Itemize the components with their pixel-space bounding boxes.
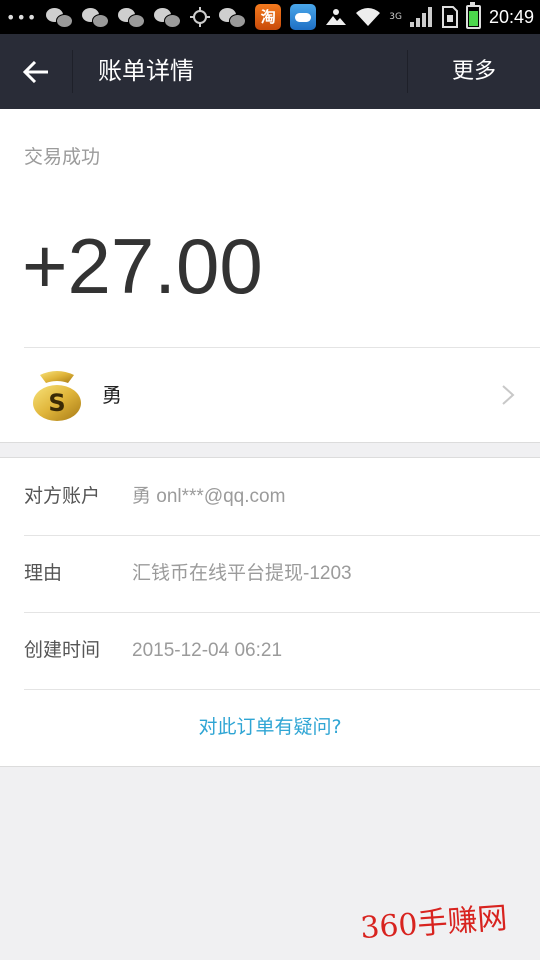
page-title: 账单详情 [98, 57, 194, 85]
detail-value: 2015-12-04 06:21 [132, 640, 283, 661]
wifi-icon [356, 8, 381, 26]
wechat-icon [118, 6, 146, 28]
money-bag-icon: S [33, 371, 81, 421]
transaction-summary: 交易成功 +27.00 S 勇 [0, 109, 540, 443]
network-type-label: 3G [389, 12, 402, 22]
svg-text:S: S [48, 389, 65, 417]
chevron-right-icon [502, 385, 515, 405]
payer-name: 勇 [102, 383, 122, 407]
wechat-icon [219, 6, 247, 28]
signal-icon [409, 7, 432, 27]
gps-icon [190, 7, 211, 27]
battery-icon [465, 2, 481, 29]
arrow-left-icon [23, 60, 48, 83]
detail-value: 汇钱币在线平台提现-1203 [132, 563, 352, 584]
watermark: 360手赚网 [359, 900, 509, 947]
taobao-app-icon: 淘 [255, 4, 282, 30]
status-bar: ••• 淘 3G 20:49 [0, 0, 540, 34]
photo-icon [326, 9, 347, 25]
back-button[interactable] [0, 34, 72, 109]
sim-icon [441, 6, 458, 28]
wechat-icon [154, 6, 182, 28]
detail-row-created-time: 创建时间 2015-12-04 06:21 [0, 612, 540, 689]
detail-row-account: 对方账户 勇 onl***@qq.com [0, 458, 540, 535]
wechat-icon [82, 6, 110, 28]
status-time: 20:49 [488, 6, 534, 27]
wechat-icon [46, 6, 74, 28]
payer-row[interactable]: S 勇 [0, 348, 540, 442]
detail-value: 勇 onl***@qq.com [132, 486, 286, 507]
detail-label: 创建时间 [24, 639, 101, 661]
transaction-status: 交易成功 [24, 146, 101, 168]
detail-label: 对方账户 [24, 485, 101, 507]
system-icons: 3G 20:49 [325, 0, 534, 34]
transaction-details: 对方账户 勇 onl***@qq.com 理由 汇钱币在线平台提现-1203 创… [0, 457, 540, 767]
detail-label: 理由 [24, 562, 63, 584]
order-question-link[interactable]: 对此订单有疑问? [0, 689, 540, 766]
detail-row-reason: 理由 汇钱币在线平台提现-1203 [0, 535, 540, 612]
more-button[interactable]: 更多 [408, 34, 540, 109]
weather-app-icon [290, 4, 317, 30]
notification-icons: ••• 淘 [6, 0, 317, 34]
nav-bar: 账单详情 更多 [0, 34, 540, 109]
more-dots-icon: ••• [6, 7, 38, 27]
nav-divider [72, 50, 73, 93]
transaction-amount: +27.00 [22, 222, 263, 310]
